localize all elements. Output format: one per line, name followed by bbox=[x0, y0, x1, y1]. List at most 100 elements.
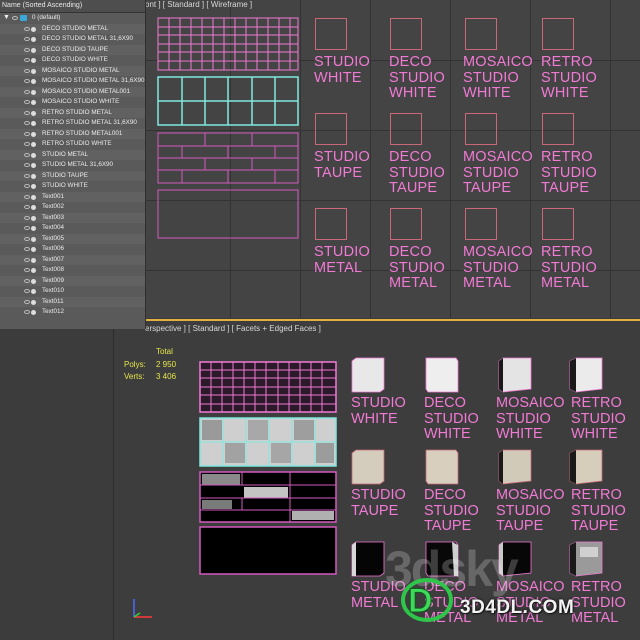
object-icon bbox=[31, 26, 36, 32]
explorer-item[interactable]: Text011 bbox=[0, 296, 145, 307]
visibility-icon[interactable] bbox=[24, 142, 30, 146]
explorer-item[interactable]: Text007 bbox=[0, 254, 145, 265]
visibility-icon[interactable] bbox=[24, 205, 30, 209]
explorer-item[interactable]: RETRO STUDIO METAL bbox=[0, 107, 145, 118]
explorer-item-label: Text003 bbox=[42, 213, 65, 221]
explorer-item[interactable]: Text006 bbox=[0, 244, 145, 255]
visibility-icon[interactable] bbox=[24, 58, 30, 62]
object-icon bbox=[31, 236, 36, 242]
object-icon bbox=[31, 68, 36, 74]
explorer-item[interactable]: Text009 bbox=[0, 275, 145, 286]
explorer-item-label: Text008 bbox=[42, 266, 65, 273]
explorer-item[interactable]: Text010 bbox=[0, 286, 145, 297]
wire-tile bbox=[542, 18, 574, 50]
explorer-column-header[interactable]: Name (Sorted Ascending) bbox=[0, 0, 145, 13]
visibility-icon[interactable] bbox=[24, 236, 30, 241]
explorer-item[interactable]: Text001 bbox=[0, 191, 145, 202]
tile-cube-taupe bbox=[351, 449, 385, 485]
visibility-icon[interactable] bbox=[24, 257, 30, 262]
object-icon bbox=[31, 100, 36, 105]
visibility-icon[interactable] bbox=[24, 310, 30, 314]
visibility-icon[interactable] bbox=[24, 299, 30, 304]
explorer-item[interactable]: STUDIO TAUPE bbox=[0, 170, 145, 181]
front-viewport-label[interactable]: ont ] [ Standard ] [ Wireframe ] bbox=[145, 0, 252, 9]
shaded-panel-brick bbox=[199, 471, 337, 523]
visibility-icon[interactable] bbox=[24, 131, 30, 136]
wire-tile bbox=[315, 113, 347, 145]
visibility-icon[interactable] bbox=[24, 121, 30, 125]
expand-arrow-icon[interactable]: ▼ bbox=[3, 13, 10, 24]
explorer-item-label: Text004 bbox=[42, 224, 65, 231]
wire-label: DECO STUDIO WHITE bbox=[389, 54, 445, 101]
stats-polys-label: Polys: bbox=[124, 360, 146, 369]
explorer-item[interactable]: Text005 bbox=[0, 233, 145, 244]
left-viewport[interactable] bbox=[0, 319, 114, 640]
explorer-item[interactable]: DECO STUDIO METAL 31,6X90 bbox=[0, 34, 145, 45]
explorer-item-label: Text007 bbox=[42, 255, 65, 263]
visibility-icon[interactable] bbox=[24, 184, 30, 188]
explorer-item[interactable]: STUDIO METAL 31,6X90 bbox=[0, 160, 145, 171]
perspective-viewport[interactable]: STUDIO WHITE DECO STUDIO WHITE MOSAICO S… bbox=[114, 319, 640, 640]
explorer-item[interactable]: Text004 bbox=[0, 223, 145, 234]
stats-total-label: Total bbox=[156, 347, 173, 356]
visibility-icon[interactable] bbox=[12, 16, 18, 20]
visibility-icon[interactable] bbox=[24, 278, 30, 283]
object-icon bbox=[31, 310, 36, 315]
visibility-icon[interactable] bbox=[24, 194, 30, 199]
layer-row[interactable]: ▼ 0 (default) bbox=[0, 13, 145, 24]
layer-label: 0 (default) bbox=[32, 14, 61, 21]
visibility-icon[interactable] bbox=[24, 37, 30, 41]
visibility-icon[interactable] bbox=[24, 173, 30, 178]
explorer-item-label: Text011 bbox=[42, 297, 64, 305]
wire-tile bbox=[390, 113, 422, 145]
perspective-viewport-label[interactable]: erspective ] [ Standard ] [ Facets + Edg… bbox=[145, 324, 321, 333]
visibility-icon[interactable] bbox=[24, 247, 30, 251]
explorer-item[interactable]: Text003 bbox=[0, 212, 145, 223]
explorer-item[interactable]: MOSAICO STUDIO METAL bbox=[0, 65, 145, 76]
explorer-item[interactable]: MOSAICO STUDIO WHITE bbox=[0, 97, 145, 108]
visibility-icon[interactable] bbox=[24, 26, 30, 31]
explorer-item-label: Text001 bbox=[42, 192, 65, 200]
object-icon bbox=[31, 184, 36, 189]
visibility-icon[interactable] bbox=[24, 79, 30, 83]
explorer-item[interactable]: Text012 bbox=[0, 307, 145, 318]
visibility-icon[interactable] bbox=[24, 152, 30, 157]
explorer-item[interactable]: STUDIO METAL bbox=[0, 149, 145, 160]
explorer-item[interactable]: RETRO STUDIO METAL 31,6X90 bbox=[0, 118, 145, 129]
explorer-item-label: RETRO STUDIO METAL bbox=[42, 108, 112, 116]
visibility-icon[interactable] bbox=[24, 215, 30, 220]
stats-polys-value: 2 950 bbox=[156, 360, 177, 369]
visibility-icon[interactable] bbox=[24, 110, 30, 115]
visibility-icon[interactable] bbox=[24, 100, 30, 104]
explorer-item[interactable]: STUDIO WHITE bbox=[0, 181, 145, 192]
shaded-panels bbox=[199, 361, 337, 575]
explorer-item-label: DECO STUDIO WHITE bbox=[42, 56, 108, 63]
visibility-icon[interactable] bbox=[24, 68, 30, 73]
scene-explorer[interactable]: Name (Sorted Ascending) ▼ 0 (default) DE… bbox=[0, 0, 146, 329]
visibility-icon[interactable] bbox=[24, 163, 30, 167]
explorer-item[interactable]: DECO STUDIO TAUPE bbox=[0, 44, 145, 55]
object-icon bbox=[31, 299, 36, 305]
explorer-item[interactable]: MOSAICO STUDIO METAL001 bbox=[0, 86, 145, 97]
visibility-icon[interactable] bbox=[24, 268, 30, 272]
watermark-logo-icon: D bbox=[401, 578, 453, 622]
explorer-item[interactable]: DECO STUDIO WHITE bbox=[0, 55, 145, 66]
visibility-icon[interactable] bbox=[24, 89, 30, 94]
object-icon bbox=[31, 226, 36, 231]
wire-tile bbox=[465, 208, 497, 240]
explorer-item[interactable]: Text002 bbox=[0, 202, 145, 213]
explorer-item[interactable]: Text008 bbox=[0, 265, 145, 276]
explorer-item[interactable]: RETRO STUDIO WHITE bbox=[0, 139, 145, 150]
wireframe-panels bbox=[157, 17, 299, 239]
visibility-icon[interactable] bbox=[24, 289, 30, 293]
visibility-icon[interactable] bbox=[24, 47, 30, 52]
explorer-item[interactable]: DECO STUDIO METAL bbox=[0, 23, 145, 34]
explorer-item[interactable]: MOSAICO STUDIO METAL 31,6X90 bbox=[0, 76, 145, 87]
explorer-item-label: STUDIO TAUPE bbox=[42, 171, 88, 179]
explorer-item[interactable]: RETRO STUDIO METAL001 bbox=[0, 128, 145, 139]
shaded-panel-plain bbox=[199, 526, 337, 575]
explorer-item-label: STUDIO METAL 31,6X90 bbox=[42, 161, 114, 168]
visibility-icon[interactable] bbox=[24, 226, 30, 230]
object-icon bbox=[31, 289, 36, 294]
object-icon bbox=[31, 89, 36, 95]
